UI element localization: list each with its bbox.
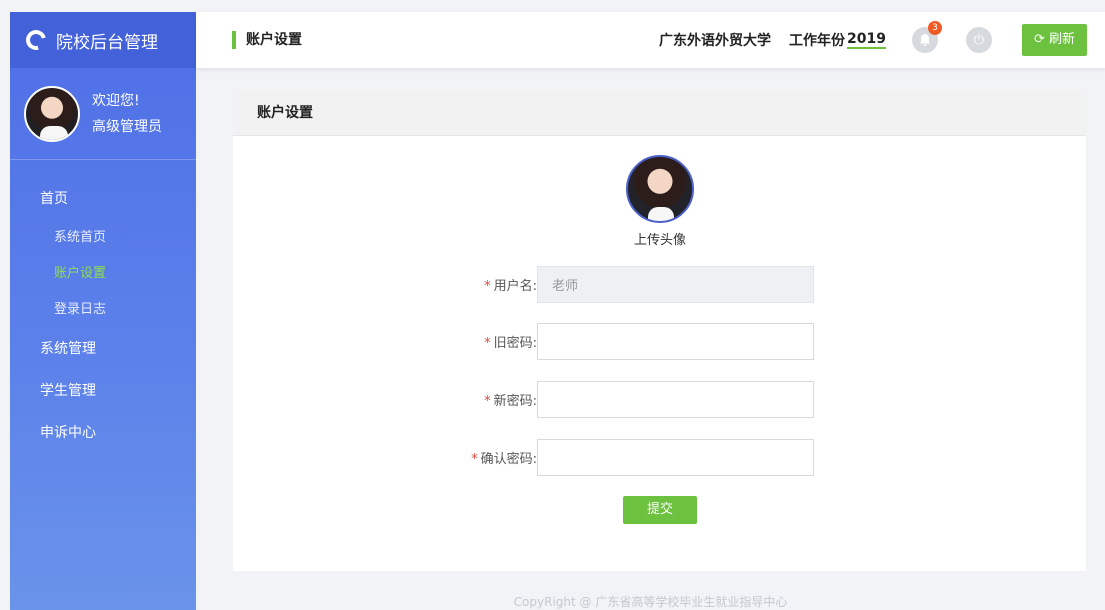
nav-group-system-management[interactable]: 系统管理: [10, 328, 196, 370]
year-selector[interactable]: 2019: [846, 31, 886, 49]
old-password-label: * 旧密码:: [484, 335, 537, 351]
username-row: * 用户名:: [433, 265, 814, 303]
notification-badge: 3: [927, 21, 942, 35]
nav-group-appeal-center[interactable]: 申诉中心: [10, 412, 196, 454]
year-label: 工作年份: [788, 33, 845, 49]
sidebar: 院校后台管理 欢迎您! 高级管理员 首页 系统首页 账户设置 登录日志 系统管理…: [10, 12, 196, 610]
avatar[interactable]: [24, 85, 80, 142]
required-mark: *: [471, 451, 478, 467]
confirm-password-field[interactable]: [537, 438, 814, 476]
submit-button[interactable]: 提交: [623, 496, 697, 524]
top-header: 账户设置 广东外语外贸大学 工作年份 2019 3 ⏻ ⟳ 刷新: [196, 12, 1105, 68]
username-field[interactable]: [537, 265, 814, 303]
refresh-button[interactable]: ⟳ 刷新: [1021, 24, 1087, 56]
new-password-label: * 新密码:: [484, 393, 537, 409]
nav-group-home[interactable]: 首页: [10, 178, 196, 220]
sidebar-item-login-log[interactable]: 登录日志: [10, 292, 196, 328]
sidebar-nav: 首页 系统首页 账户设置 登录日志 系统管理 学生管理 申诉中心: [10, 160, 196, 454]
account-settings-card: 账户设置 上传头像 *用户名: *旧密码: *新密码: *确认密码: 提交: [233, 91, 1086, 571]
required-mark: *: [484, 335, 491, 351]
user-role: 高级管理员: [92, 118, 162, 135]
notification-button[interactable]: 3: [911, 21, 942, 53]
logo-icon: [22, 26, 50, 54]
required-mark: *: [484, 393, 491, 409]
old-password-field[interactable]: [537, 322, 814, 360]
logo-bar[interactable]: 院校后台管理: [10, 12, 196, 68]
required-mark: *: [484, 278, 491, 294]
page-title: 账户设置: [232, 31, 302, 49]
power-icon: ⏻: [973, 32, 985, 48]
welcome-text: 欢迎您!: [92, 92, 140, 109]
school-name: 广东外语外贸大学: [658, 33, 771, 49]
confirm-password-label: * 确认密码:: [471, 451, 537, 467]
sidebar-item-system-home[interactable]: 系统首页: [10, 220, 196, 256]
sidebar-item-account-settings[interactable]: 账户设置: [10, 256, 196, 292]
new-password-field[interactable]: [537, 380, 814, 418]
app-title: 院校后台管理: [56, 32, 158, 53]
nav-group-student-management[interactable]: 学生管理: [10, 370, 196, 412]
confirm-password-row: * 确认密码:: [433, 438, 814, 476]
username-label: * 用户名:: [484, 278, 537, 294]
bell-icon: [919, 34, 930, 46]
profile-avatar[interactable]: [626, 155, 694, 223]
logout-button[interactable]: ⏻: [965, 27, 992, 53]
upload-avatar-link[interactable]: 上传头像: [593, 229, 727, 248]
refresh-label: 刷新: [1048, 32, 1075, 47]
old-password-row: * 旧密码:: [433, 322, 814, 360]
new-password-row: * 新密码:: [433, 380, 814, 418]
user-box: 欢迎您! 高级管理员: [10, 68, 196, 160]
card-title: 账户设置: [233, 91, 1086, 136]
copyright-footer: CopyRight @ 广东省高等学校毕业生就业指导中心: [513, 595, 788, 609]
refresh-icon: ⟳: [1033, 32, 1045, 47]
